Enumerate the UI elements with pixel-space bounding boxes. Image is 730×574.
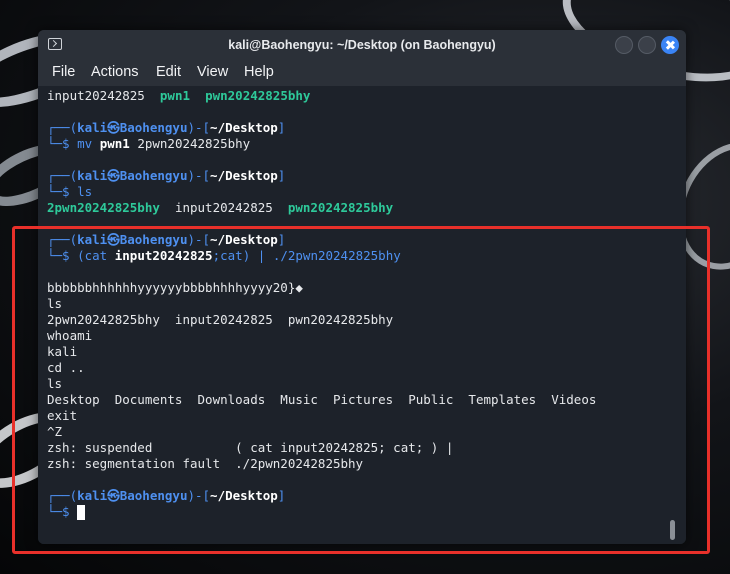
- output-line: 2pwn20242825bhy input20242825 pwn2024282…: [47, 200, 394, 215]
- title-bar[interactable]: kali@Baohengyu: ~/Desktop (on Baohengyu): [38, 30, 686, 61]
- output-line: input20242825 pwn1 pwn20242825bhy: [47, 88, 311, 103]
- maximize-button[interactable]: [638, 36, 656, 54]
- prompt-header: ┌──(kali㉿Baohengyu)-[~/Desktop]: [47, 120, 286, 135]
- menu-edit[interactable]: Edit: [156, 64, 181, 80]
- menu-actions[interactable]: Actions: [91, 64, 139, 80]
- minimize-button[interactable]: [615, 36, 633, 54]
- close-button[interactable]: [661, 36, 679, 54]
- menu-view[interactable]: View: [197, 64, 228, 80]
- prompt-header: ┌──(kali㉿Baohengyu)-[~/Desktop]: [47, 168, 286, 183]
- menu-bar: File Actions Edit View Help: [38, 60, 686, 86]
- window-title: kali@Baohengyu: ~/Desktop (on Baohengyu): [228, 38, 496, 52]
- annotation-highlight-box: [12, 226, 710, 554]
- command-line: └─$ mv pwn1 2pwn20242825bhy: [47, 136, 251, 151]
- menu-file[interactable]: File: [52, 64, 75, 80]
- command-line: └─$ ls: [47, 184, 93, 199]
- menu-help[interactable]: Help: [244, 64, 274, 80]
